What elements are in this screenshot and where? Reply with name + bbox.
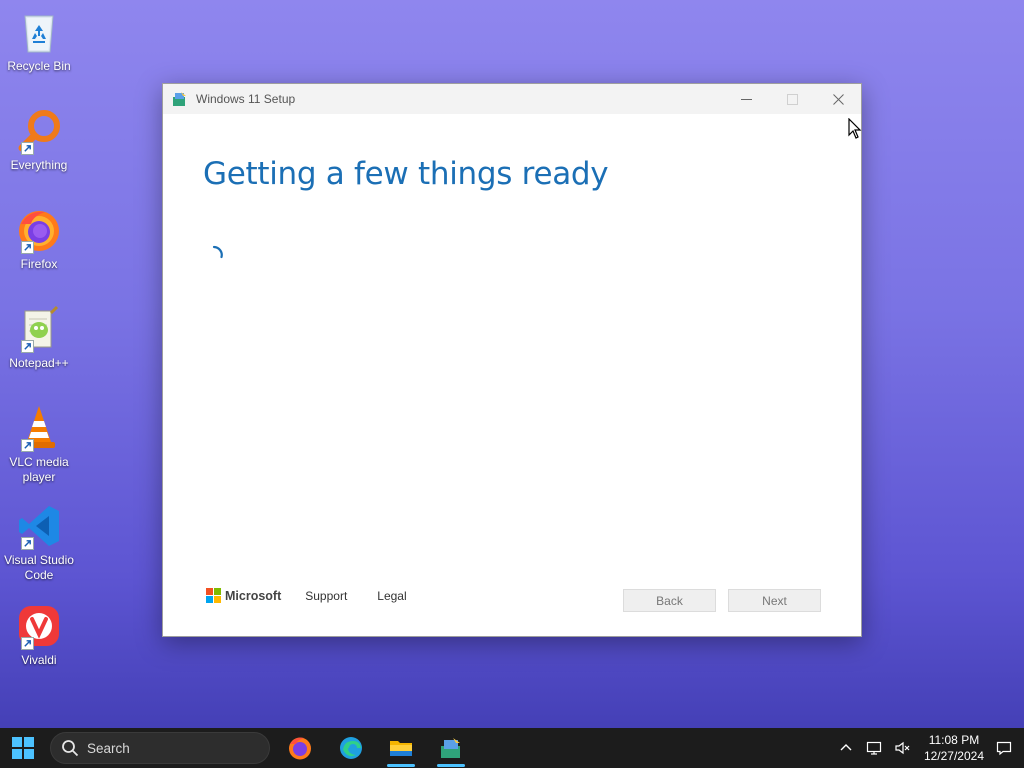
desktop-icon-everything[interactable]: Everything [0, 107, 78, 173]
setup-app-icon [173, 92, 186, 106]
desktop-icon-vscode[interactable]: Visual Studio Code [0, 502, 78, 583]
page-title: Getting a few things ready [203, 156, 609, 192]
desktop-icon-label: Firefox [20, 257, 58, 271]
show-hidden-icons-button[interactable] [832, 728, 860, 768]
active-indicator [387, 764, 415, 767]
back-button[interactable]: Back [623, 589, 716, 612]
system-tray: 11:08 PM 12/27/2024 [832, 728, 1024, 768]
taskbar: Search 11:08 PM 12/27/2024 [0, 728, 1024, 768]
title-bar[interactable]: Windows 11 Setup [163, 84, 861, 114]
clock[interactable]: 11:08 PM 12/27/2024 [924, 732, 984, 764]
desktop-icon-label: Notepad++ [9, 356, 69, 370]
search-placeholder: Search [87, 740, 130, 756]
desktop-icon-label: Everything [10, 158, 68, 172]
next-button[interactable]: Next [728, 589, 821, 612]
desktop-icon-firefox[interactable]: Firefox [0, 206, 78, 272]
support-link[interactable]: Support [305, 589, 347, 603]
mouse-cursor-icon [848, 118, 862, 139]
file-explorer-icon [390, 741, 412, 756]
clock-date: 12/27/2024 [923, 749, 984, 763]
shortcut-arrow-icon [21, 142, 34, 155]
close-icon [832, 93, 844, 105]
edge-icon [340, 737, 362, 759]
vscode-icon [15, 502, 63, 550]
footer-links: Microsoft Support Legal [206, 588, 437, 603]
desktop-icon-notepad-plus-plus[interactable]: Notepad++ [0, 305, 78, 371]
clock-time: 11:08 PM [928, 733, 980, 747]
close-button[interactable] [815, 84, 861, 114]
notification-icon [996, 741, 1012, 756]
microsoft-brand-text: Microsoft [225, 588, 282, 603]
desktop-icon-recycle-bin[interactable]: Recycle Bin [0, 8, 78, 74]
setup-icon [441, 738, 460, 758]
shortcut-arrow-icon [21, 241, 34, 254]
shortcut-arrow-icon [21, 340, 34, 353]
desktop-icon-vivaldi[interactable]: Vivaldi [0, 602, 78, 668]
taskbar-file-explorer[interactable] [379, 728, 423, 768]
desktop-icon-label: Visual Studio Code [4, 553, 74, 582]
network-button[interactable] [860, 728, 888, 768]
vivaldi-icon [15, 602, 63, 650]
firefox-icon [15, 206, 63, 254]
shortcut-arrow-icon [21, 439, 34, 452]
minimize-button[interactable] [723, 84, 769, 114]
shortcut-arrow-icon [21, 537, 34, 550]
volume-button[interactable] [888, 728, 916, 768]
desktop-icon-label: Recycle Bin [7, 59, 71, 73]
taskbar-edge[interactable] [329, 728, 373, 768]
taskbar-search-box[interactable]: Search [50, 732, 270, 764]
setup-window: Windows 11 Setup Getting a few things re… [162, 83, 862, 637]
maximize-button [769, 84, 815, 114]
desktop-icon-label: VLC media player [9, 455, 69, 484]
microsoft-logo: Microsoft [206, 588, 281, 603]
taskbar-setup[interactable] [429, 728, 473, 768]
taskbar-firefox[interactable] [278, 728, 322, 768]
legal-link[interactable]: Legal [377, 589, 406, 603]
desktop-icon-label: Vivaldi [21, 653, 57, 667]
search-icon [62, 740, 79, 757]
loading-spinner-icon [212, 245, 223, 259]
start-button[interactable] [0, 728, 46, 768]
shortcut-arrow-icon [21, 637, 34, 650]
window-controls [723, 84, 861, 114]
active-indicator [437, 764, 465, 767]
recycle-bin-icon [15, 8, 63, 56]
window-title: Windows 11 Setup [196, 92, 296, 106]
windows-logo-icon [12, 737, 34, 759]
desktop-icon-vlc[interactable]: VLC media player [0, 404, 78, 485]
microsoft-logo-icon [206, 588, 221, 603]
chevron-up-icon [840, 744, 852, 751]
vlc-icon [15, 404, 63, 452]
notifications-button[interactable] [990, 728, 1018, 768]
minimize-icon [740, 98, 752, 100]
everything-search-icon [15, 107, 63, 155]
maximize-icon [786, 93, 798, 105]
notepad-plus-plus-icon [15, 305, 63, 353]
firefox-icon [289, 737, 311, 760]
volume-muted-icon [895, 741, 910, 755]
network-icon [866, 741, 882, 755]
